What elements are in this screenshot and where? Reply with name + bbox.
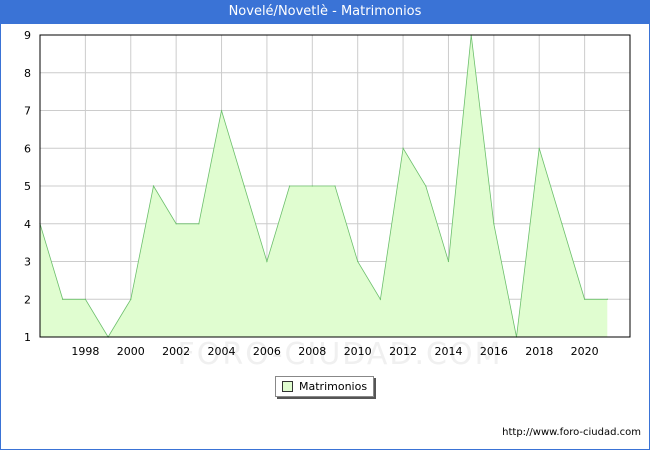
x-tick-label: 2014 xyxy=(434,345,462,358)
data-point xyxy=(334,185,336,187)
data-point xyxy=(493,223,495,225)
legend-label: Matrimonios xyxy=(299,380,368,393)
x-tick-label: 2020 xyxy=(571,345,599,358)
x-tick-label: 2006 xyxy=(253,345,281,358)
y-tick-label: 4 xyxy=(24,218,31,231)
data-point xyxy=(447,260,450,263)
data-point xyxy=(561,223,563,225)
data-point xyxy=(402,147,404,149)
data-point xyxy=(606,298,608,300)
data-point xyxy=(175,223,177,225)
data-point xyxy=(62,298,64,300)
legend-swatch xyxy=(282,381,293,392)
x-tick-label: 2018 xyxy=(525,345,553,358)
y-tick-label: 2 xyxy=(24,293,31,306)
y-tick-label: 7 xyxy=(24,105,31,118)
x-tick-label: 1998 xyxy=(71,345,99,358)
x-tick-label: 2004 xyxy=(208,345,236,358)
data-point xyxy=(243,185,245,187)
data-point xyxy=(220,109,223,112)
data-point xyxy=(311,185,313,187)
y-tick-label: 9 xyxy=(24,29,31,42)
data-point xyxy=(266,260,268,263)
data-point xyxy=(357,260,359,263)
x-tick-label: 2000 xyxy=(117,345,145,358)
y-tick-label: 5 xyxy=(24,180,31,193)
y-tick-label: 6 xyxy=(24,142,31,155)
y-tick-label: 1 xyxy=(24,331,31,344)
data-point xyxy=(84,298,86,300)
data-point xyxy=(130,298,132,300)
x-tick-label: 2012 xyxy=(389,345,417,358)
x-tick-label: 2010 xyxy=(344,345,372,358)
data-point xyxy=(538,147,540,149)
data-point xyxy=(425,185,427,187)
data-point xyxy=(152,185,155,187)
data-point xyxy=(198,223,200,225)
x-tick-label: 2002 xyxy=(162,345,190,358)
y-tick-label: 8 xyxy=(24,67,31,80)
x-tick-label: 2016 xyxy=(480,345,508,358)
source-url[interactable]: http://www.foro-ciudad.com xyxy=(502,427,641,438)
data-point xyxy=(584,298,586,300)
legend: Matrimonios xyxy=(275,376,375,397)
data-point xyxy=(379,298,381,300)
data-point xyxy=(289,185,291,187)
x-tick-label: 2008 xyxy=(298,345,326,358)
y-tick-label: 3 xyxy=(24,256,31,269)
